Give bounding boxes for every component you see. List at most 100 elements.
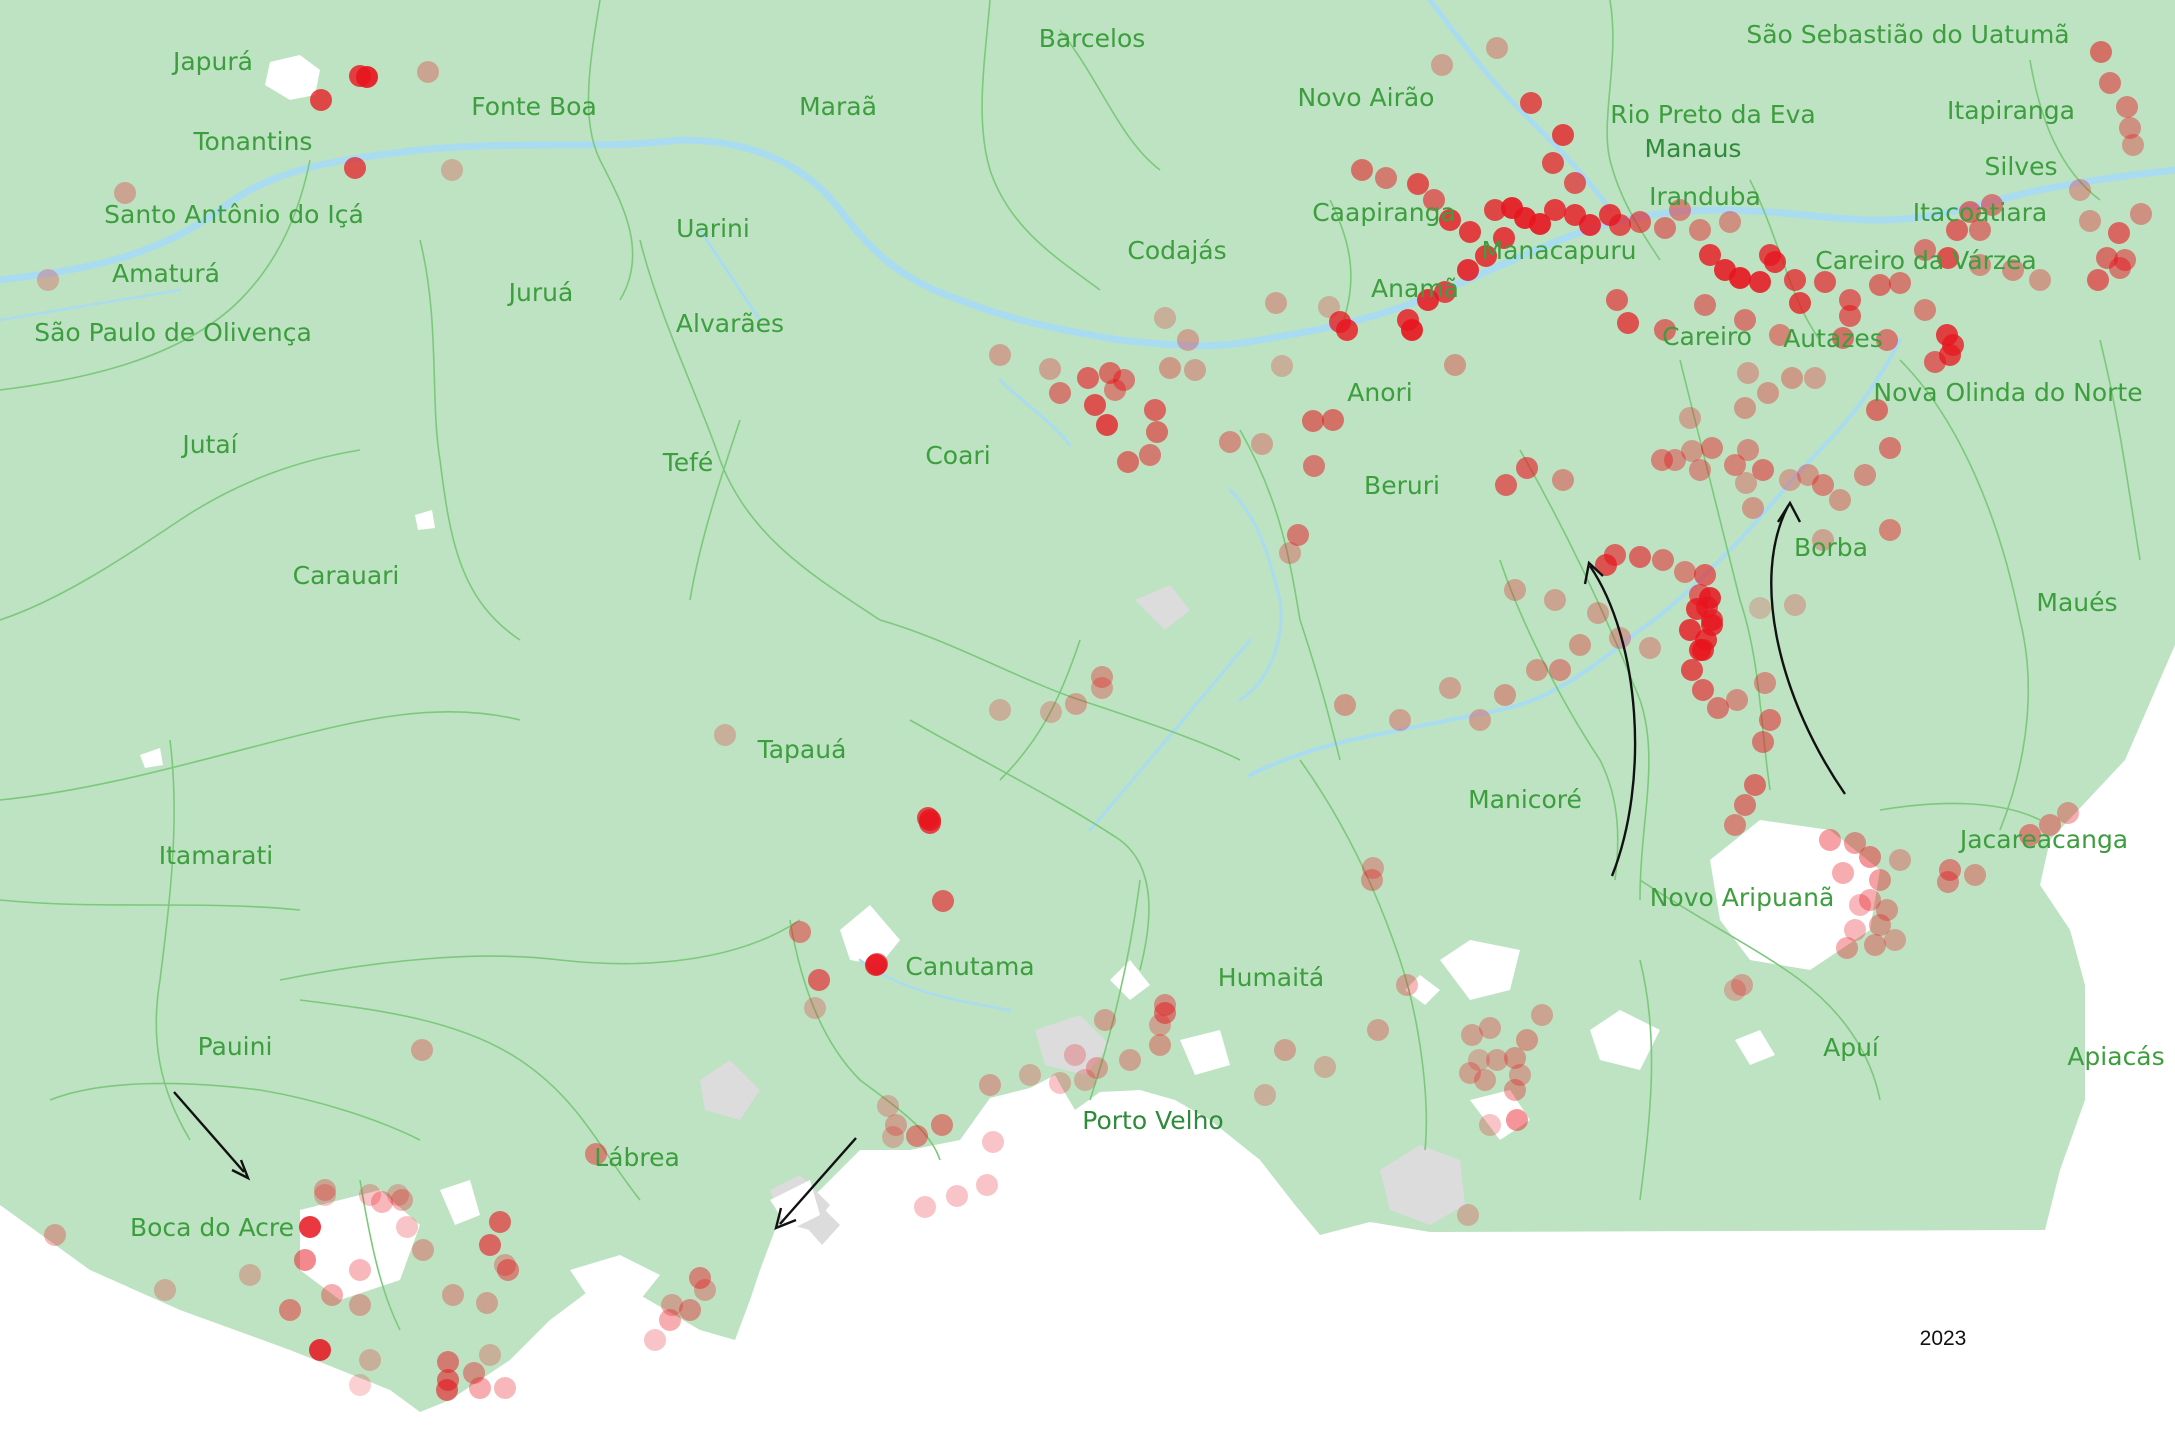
fire-point [314, 1179, 336, 1201]
fire-point [979, 1074, 1001, 1096]
fire-point [476, 1292, 498, 1314]
fire-point [1864, 934, 1886, 956]
fire-point [1351, 159, 1373, 181]
label-tonantins: Tonantins [193, 127, 313, 156]
label-autazes: Autazes [1783, 324, 1883, 353]
fire-point [1117, 451, 1139, 473]
fire-point [1049, 1072, 1071, 1094]
fire-point [1542, 152, 1564, 174]
fire-point [469, 1377, 491, 1399]
fire-point [976, 1174, 998, 1196]
fire-point [1389, 709, 1411, 731]
fire-point [1177, 329, 1199, 351]
fire-map: Japurá Fonte Boa Maraã Barcelos Novo Air… [0, 0, 2175, 1442]
fire-point [1609, 214, 1631, 236]
fire-point [1924, 351, 1946, 373]
fire-point [489, 1211, 511, 1233]
fire-point [714, 724, 736, 746]
fire-point [1754, 672, 1776, 694]
label-caapiranga: Caapiranga [1312, 198, 1456, 227]
fire-point [2087, 269, 2109, 291]
fire-point [1729, 267, 1751, 289]
label-rio-preto-da-eva: Rio Preto da Eva [1610, 100, 1815, 129]
fire-point [1759, 244, 1781, 266]
fire-point [1149, 1014, 1171, 1036]
fire-point [1876, 899, 1898, 921]
fire-point [37, 269, 59, 291]
label-canutama: Canutama [905, 952, 1034, 981]
label-tapaua: Tapauá [757, 735, 847, 764]
fire-point [1474, 1069, 1496, 1091]
fire-point [1652, 549, 1674, 571]
label-maraa: Maraã [799, 92, 877, 121]
fire-point [1159, 357, 1181, 379]
fire-point [1757, 382, 1779, 404]
fire-point [1564, 172, 1586, 194]
fire-point [349, 1374, 371, 1396]
fire-point [1752, 731, 1774, 753]
fire-point [294, 1249, 316, 1271]
label-coari: Coari [925, 441, 990, 470]
fire-point [1367, 1019, 1389, 1041]
label-jacareacanga: Jacareacanga [1958, 825, 2128, 854]
fire-point [1579, 214, 1601, 236]
fire-point [1154, 307, 1176, 329]
fire-point [1724, 979, 1746, 1001]
fire-point [1077, 367, 1099, 389]
fire-point [1444, 354, 1466, 376]
fire-point [1737, 439, 1759, 461]
fire-point [1749, 597, 1771, 619]
fire-point [1789, 292, 1811, 314]
fire-point [349, 1294, 371, 1316]
fire-point [1431, 54, 1453, 76]
fire-point [1734, 794, 1756, 816]
fire-point [1119, 1049, 1141, 1071]
fire-point [1439, 677, 1461, 699]
fire-point [931, 1114, 953, 1136]
fire-point [359, 1349, 381, 1371]
fire-point [1552, 469, 1574, 491]
fire-point [2057, 802, 2079, 824]
fire-point [1914, 299, 1936, 321]
fire-point [442, 1284, 464, 1306]
fire-point [349, 1259, 371, 1281]
fire-point [1146, 421, 1168, 443]
fire-point [1486, 37, 1508, 59]
fire-point [1469, 709, 1491, 731]
fire-point [1869, 869, 1891, 891]
label-pauini: Pauini [198, 1032, 273, 1061]
fire-point [1606, 289, 1628, 311]
fire-point [1094, 1009, 1116, 1031]
fire-point [1654, 217, 1676, 239]
fire-point [1084, 394, 1106, 416]
fire-point [1375, 167, 1397, 189]
fire-point [1849, 894, 1871, 916]
fire-point [1362, 857, 1384, 879]
fire-point [321, 1284, 343, 1306]
fire-point [1113, 369, 1135, 391]
fire-point [437, 1351, 459, 1373]
fire-point [1937, 871, 1959, 893]
fire-point [2099, 72, 2121, 94]
fire-point [694, 1279, 716, 1301]
fire-point [659, 1309, 681, 1331]
fire-point [436, 1379, 458, 1401]
fire-point [441, 159, 463, 181]
fire-point [1587, 602, 1609, 624]
fire-point [1457, 259, 1479, 281]
fire-point [2116, 96, 2138, 118]
fire-point [2114, 249, 2136, 271]
fire-point [1251, 433, 1273, 455]
fire-point [877, 1095, 899, 1117]
fire-point [1552, 124, 1574, 146]
fire-point [344, 157, 366, 179]
fire-point [494, 1377, 516, 1399]
fire-point [1265, 292, 1287, 314]
fire-point [2079, 210, 2101, 232]
fire-point [1879, 519, 1901, 541]
label-anama: Anamã [1371, 274, 1459, 303]
fire-point [299, 1216, 321, 1238]
fire-point [1759, 709, 1781, 731]
fire-point [1139, 444, 1161, 466]
fire-point [1526, 659, 1548, 681]
